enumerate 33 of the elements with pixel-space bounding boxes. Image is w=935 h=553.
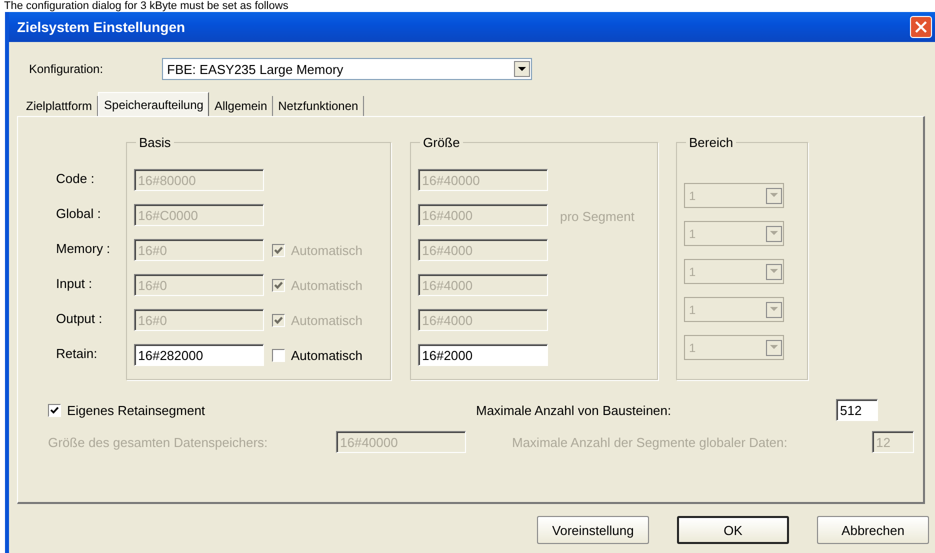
close-icon <box>915 21 927 33</box>
dialog-button[interactable]: Voreinstellung <box>537 516 649 544</box>
field-label: Maximale Anzahl der Segmente globaler Daten: <box>512 434 788 450</box>
configuration-label: Konfiguration: <box>29 62 104 76</box>
checkbox-label: Automatisch <box>291 312 363 328</box>
field-label: Maximale Anzahl von Bausteinen: <box>476 402 672 418</box>
basis-field[interactable]: 16#282000 <box>134 344 264 366</box>
close-button[interactable] <box>910 16 932 38</box>
checkbox-label: Automatisch <box>291 278 363 292</box>
row-label: Output : <box>56 310 104 328</box>
group-title: Bereich <box>686 135 736 150</box>
dialog-button[interactable]: Abbrechen <box>817 516 929 544</box>
configuration-dropdown[interactable]: FBE: EASY235 Large Memory <box>162 58 532 80</box>
row-label: Code : <box>56 170 96 188</box>
row-label: Input : <box>56 275 94 293</box>
row-label: Retain: <box>56 345 98 363</box>
caption-text: The configuration dialog for 3 kByte must be set as follows <box>3 0 290 12</box>
group-title: Basis <box>136 135 174 150</box>
tab[interactable]: Speicheraufteilung <box>98 92 210 116</box>
field-label: Größe des gesamten Datenspeichers: <box>48 434 269 450</box>
checkbox-label: Automatisch <box>291 348 363 362</box>
checkbox-label: Eigenes Retainsegment <box>67 402 206 418</box>
row-label: Memory : <box>56 240 112 258</box>
group-title: Größe <box>420 135 463 150</box>
row-label: Global : <box>56 205 102 223</box>
checkbox-label: Automatisch <box>291 242 363 258</box>
size-field[interactable]: 16#2000 <box>418 344 548 366</box>
dialog-button[interactable]: OK <box>677 516 789 544</box>
unit-note: pro Segment <box>560 208 634 226</box>
checkbox[interactable] <box>272 348 285 362</box>
checkbox[interactable] <box>48 404 61 416</box>
number-field[interactable]: 512 <box>836 399 878 421</box>
window-title: Zielsystem Einstellungen <box>17 19 186 35</box>
